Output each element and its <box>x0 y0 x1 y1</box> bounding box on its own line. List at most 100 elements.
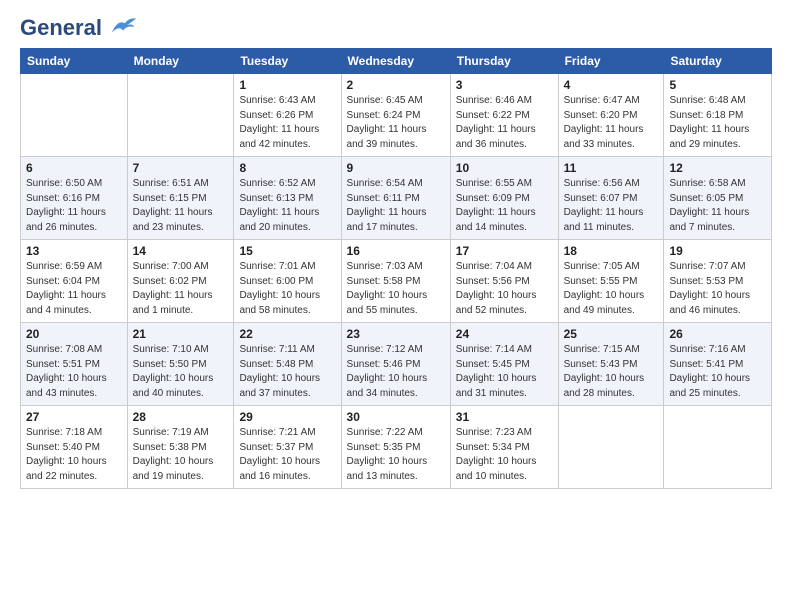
day-number: 2 <box>347 78 445 92</box>
day-number: 31 <box>456 410 553 424</box>
day-info: Sunrise: 7:00 AM Sunset: 6:02 PM Dayligh… <box>133 260 229 318</box>
calendar-cell: 30 Sunrise: 7:22 AM Sunset: 5:35 PM Dayli… <box>341 406 450 489</box>
day-info: Sunrise: 6:56 AM Sunset: 6:07 PM Dayligh… <box>564 177 659 235</box>
day-number: 1 <box>239 78 335 92</box>
calendar-week-row: 6Sunrise: 6:50 AM Sunset: 6:16 PM Daylig… <box>21 157 772 240</box>
day-number: 26 <box>669 327 766 341</box>
calendar-cell: 12 Sunrise: 6:58 AM Sunset: 6:05 PM Dayli… <box>664 157 772 240</box>
calendar-cell: 27 Sunrise: 7:18 AM Sunset: 5:40 PM Dayli… <box>21 406 128 489</box>
calendar-cell: 4 Sunrise: 6:47 AM Sunset: 6:20 PM Daylig… <box>558 74 664 157</box>
day-info: Sunrise: 6:59 AM Sunset: 6:04 PM Dayligh… <box>26 260 122 318</box>
calendar-cell: 10 Sunrise: 6:55 AM Sunset: 6:09 PM Dayli… <box>450 157 558 240</box>
day-info: Sunrise: 7:22 AM Sunset: 5:35 PM Dayligh… <box>347 426 445 484</box>
calendar-cell <box>127 74 234 157</box>
day-info: Sunrise: 7:23 AM Sunset: 5:34 PM Dayligh… <box>456 426 553 484</box>
day-number: 25 <box>564 327 659 341</box>
day-number: 24 <box>456 327 553 341</box>
calendar-cell: 23 Sunrise: 7:12 AM Sunset: 5:46 PM Dayli… <box>341 323 450 406</box>
logo: General <box>20 16 138 38</box>
calendar-cell: 11 Sunrise: 6:56 AM Sunset: 6:07 PM Dayli… <box>558 157 664 240</box>
calendar-cell <box>558 406 664 489</box>
day-info: Sunrise: 7:12 AM Sunset: 5:46 PM Dayligh… <box>347 343 445 401</box>
day-number: 4 <box>564 78 659 92</box>
calendar-week-row: 13 Sunrise: 6:59 AM Sunset: 6:04 PM Dayli… <box>21 240 772 323</box>
day-info: Sunrise: 7:07 AM Sunset: 5:53 PM Dayligh… <box>669 260 766 318</box>
calendar-week-row: 1 Sunrise: 6:43 AM Sunset: 6:26 PM Daylig… <box>21 74 772 157</box>
day-number: 12 <box>669 161 766 175</box>
day-number: 6 <box>26 161 122 175</box>
day-info: Sunrise: 7:05 AM Sunset: 5:55 PM Dayligh… <box>564 260 659 318</box>
day-info: Sunrise: 7:15 AM Sunset: 5:43 PM Dayligh… <box>564 343 659 401</box>
calendar-table: SundayMondayTuesdayWednesdayThursdayFrid… <box>20 48 772 489</box>
calendar-cell: 3Sunrise: 6:46 AM Sunset: 6:22 PM Daylig… <box>450 74 558 157</box>
day-number: 18 <box>564 244 659 258</box>
calendar-cell: 5 Sunrise: 6:48 AM Sunset: 6:18 PM Daylig… <box>664 74 772 157</box>
day-info: Sunrise: 6:52 AM Sunset: 6:13 PM Dayligh… <box>239 177 335 235</box>
day-info: Sunrise: 6:48 AM Sunset: 6:18 PM Dayligh… <box>669 94 766 152</box>
day-number: 27 <box>26 410 122 424</box>
calendar-cell: 26 Sunrise: 7:16 AM Sunset: 5:41 PM Dayli… <box>664 323 772 406</box>
day-number: 19 <box>669 244 766 258</box>
day-info: Sunrise: 6:47 AM Sunset: 6:20 PM Dayligh… <box>564 94 659 152</box>
day-number: 21 <box>133 327 229 341</box>
day-info: Sunrise: 7:18 AM Sunset: 5:40 PM Dayligh… <box>26 426 122 484</box>
day-info: Sunrise: 7:19 AM Sunset: 5:38 PM Dayligh… <box>133 426 229 484</box>
day-info: Sunrise: 7:16 AM Sunset: 5:41 PM Dayligh… <box>669 343 766 401</box>
logo-bird-icon <box>110 15 138 37</box>
day-number: 9 <box>347 161 445 175</box>
day-info: Sunrise: 6:54 AM Sunset: 6:11 PM Dayligh… <box>347 177 445 235</box>
calendar-cell: 8Sunrise: 6:52 AM Sunset: 6:13 PM Daylig… <box>234 157 341 240</box>
calendar-cell: 1 Sunrise: 6:43 AM Sunset: 6:26 PM Daylig… <box>234 74 341 157</box>
calendar-cell: 9 Sunrise: 6:54 AM Sunset: 6:11 PM Daylig… <box>341 157 450 240</box>
calendar-cell: 7 Sunrise: 6:51 AM Sunset: 6:15 PM Daylig… <box>127 157 234 240</box>
day-number: 16 <box>347 244 445 258</box>
calendar-cell: 21 Sunrise: 7:10 AM Sunset: 5:50 PM Dayli… <box>127 323 234 406</box>
weekday-header: Wednesday <box>341 49 450 74</box>
day-info: Sunrise: 6:58 AM Sunset: 6:05 PM Dayligh… <box>669 177 766 235</box>
day-number: 30 <box>347 410 445 424</box>
day-info: Sunrise: 7:08 AM Sunset: 5:51 PM Dayligh… <box>26 343 122 401</box>
calendar-cell: 29 Sunrise: 7:21 AM Sunset: 5:37 PM Dayli… <box>234 406 341 489</box>
day-info: Sunrise: 7:10 AM Sunset: 5:50 PM Dayligh… <box>133 343 229 401</box>
day-number: 15 <box>239 244 335 258</box>
calendar-cell: 2 Sunrise: 6:45 AM Sunset: 6:24 PM Daylig… <box>341 74 450 157</box>
calendar-cell: 13 Sunrise: 6:59 AM Sunset: 6:04 PM Dayli… <box>21 240 128 323</box>
calendar-cell: 15Sunrise: 7:01 AM Sunset: 6:00 PM Dayli… <box>234 240 341 323</box>
day-info: Sunrise: 6:51 AM Sunset: 6:15 PM Dayligh… <box>133 177 229 235</box>
weekday-header: Tuesday <box>234 49 341 74</box>
day-info: Sunrise: 6:55 AM Sunset: 6:09 PM Dayligh… <box>456 177 553 235</box>
day-info: Sunrise: 7:14 AM Sunset: 5:45 PM Dayligh… <box>456 343 553 401</box>
day-number: 5 <box>669 78 766 92</box>
day-number: 29 <box>239 410 335 424</box>
day-info: Sunrise: 6:43 AM Sunset: 6:26 PM Dayligh… <box>239 94 335 152</box>
calendar-cell: 14 Sunrise: 7:00 AM Sunset: 6:02 PM Dayli… <box>127 240 234 323</box>
calendar-week-row: 20 Sunrise: 7:08 AM Sunset: 5:51 PM Dayli… <box>21 323 772 406</box>
day-number: 11 <box>564 161 659 175</box>
calendar-cell: 28 Sunrise: 7:19 AM Sunset: 5:38 PM Dayli… <box>127 406 234 489</box>
day-number: 28 <box>133 410 229 424</box>
day-number: 17 <box>456 244 553 258</box>
calendar-cell: 18 Sunrise: 7:05 AM Sunset: 5:55 PM Dayli… <box>558 240 664 323</box>
day-info: Sunrise: 6:45 AM Sunset: 6:24 PM Dayligh… <box>347 94 445 152</box>
calendar-cell: 19 Sunrise: 7:07 AM Sunset: 5:53 PM Dayli… <box>664 240 772 323</box>
day-number: 14 <box>133 244 229 258</box>
calendar-cell <box>21 74 128 157</box>
calendar-cell: 24 Sunrise: 7:14 AM Sunset: 5:45 PM Dayli… <box>450 323 558 406</box>
day-number: 23 <box>347 327 445 341</box>
day-info: Sunrise: 7:11 AM Sunset: 5:48 PM Dayligh… <box>239 343 335 401</box>
day-number: 22 <box>239 327 335 341</box>
weekday-header: Thursday <box>450 49 558 74</box>
calendar-cell: 6Sunrise: 6:50 AM Sunset: 6:16 PM Daylig… <box>21 157 128 240</box>
day-info: Sunrise: 7:04 AM Sunset: 5:56 PM Dayligh… <box>456 260 553 318</box>
calendar-cell: 31 Sunrise: 7:23 AM Sunset: 5:34 PM Dayli… <box>450 406 558 489</box>
logo-text: General <box>20 16 138 40</box>
day-number: 7 <box>133 161 229 175</box>
day-number: 13 <box>26 244 122 258</box>
weekday-header: Friday <box>558 49 664 74</box>
day-info: Sunrise: 7:21 AM Sunset: 5:37 PM Dayligh… <box>239 426 335 484</box>
day-number: 10 <box>456 161 553 175</box>
day-number: 20 <box>26 327 122 341</box>
day-info: Sunrise: 6:46 AM Sunset: 6:22 PM Dayligh… <box>456 94 553 152</box>
calendar-cell: 17 Sunrise: 7:04 AM Sunset: 5:56 PM Dayli… <box>450 240 558 323</box>
weekday-header: Monday <box>127 49 234 74</box>
